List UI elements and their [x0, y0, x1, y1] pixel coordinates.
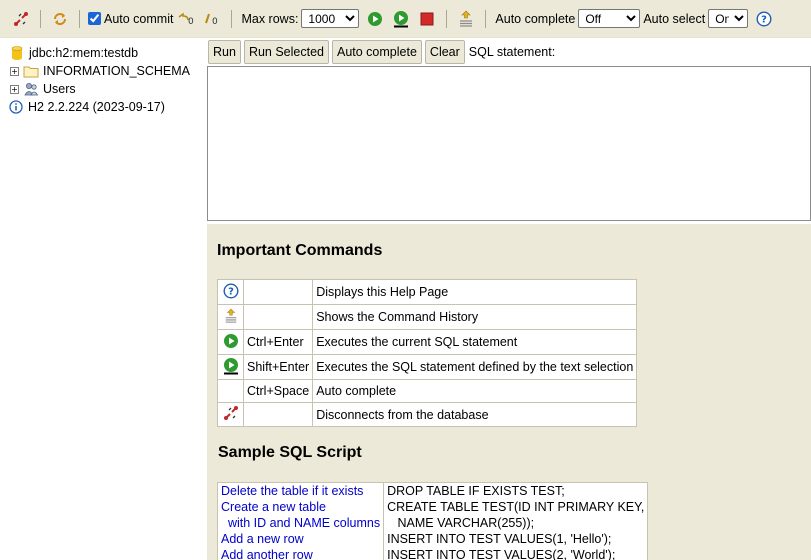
table-row: Disconnects from the database	[217, 402, 638, 427]
command-icon-cell: ?	[217, 279, 244, 305]
refresh-icon[interactable]	[50, 9, 70, 29]
toolbar-separator	[485, 9, 487, 28]
command-desc: Displays this Help Page	[312, 279, 638, 305]
run-icon	[223, 333, 238, 348]
tree-connection[interactable]: jdbc:h2:mem:testdb	[0, 44, 207, 62]
toolbar-separator	[231, 9, 233, 28]
sql-statement-label: SQL statement:	[468, 45, 556, 59]
toolbar-separator	[40, 9, 41, 28]
commit-icon[interactable]: 0	[202, 9, 222, 29]
sample-sql-cell: DROP TABLE IF EXISTS TEST; CREATE TABLE …	[384, 483, 648, 560]
auto-complete-select[interactable]: Off	[578, 9, 641, 28]
command-key: Ctrl+Enter	[242, 329, 314, 355]
sample-sql-line: NAME VARCHAR(255));	[387, 516, 535, 530]
table-row: Ctrl+Enter Executes the current SQL stat…	[217, 329, 638, 355]
database-icon	[9, 45, 25, 61]
sample-sql-line: INSERT INTO TEST VALUES(1, 'Hello');	[387, 532, 612, 546]
command-key: Shift+Enter	[242, 354, 314, 380]
disconnect-icon	[223, 406, 238, 420]
help-icon: ?	[222, 282, 239, 299]
auto-complete-button[interactable]: Auto complete	[332, 40, 422, 64]
command-desc: Shows the Command History	[312, 304, 638, 330]
folder-icon	[23, 63, 39, 79]
rollback-icon[interactable]: 0	[176, 9, 196, 29]
run-button[interactable]: Run	[208, 40, 241, 64]
command-icon-cell	[217, 379, 244, 403]
auto-complete-label: Auto complete	[495, 11, 576, 26]
command-desc: Executes the current SQL statement	[312, 329, 638, 355]
sample-sql-line: DROP TABLE IF EXISTS TEST;	[387, 484, 565, 498]
sample-link-drop[interactable]: Delete the table if it exists	[221, 483, 380, 499]
tree-version: H2 2.2.224 (2023-09-17)	[0, 98, 207, 116]
help-glyph: ?	[761, 14, 767, 25]
max-rows-select[interactable]: 1000	[301, 9, 360, 28]
expand-icon[interactable]: +	[10, 84, 19, 94]
svg-text:0: 0	[188, 17, 194, 27]
command-desc: Executes the SQL statement defined by th…	[312, 354, 638, 380]
sample-sql-table: Delete the table if it exists Create a n…	[217, 482, 649, 560]
help-glyph: ?	[228, 286, 234, 297]
connection-url: jdbc:h2:mem:testdb	[29, 46, 139, 60]
command-icon-cell	[217, 329, 244, 355]
tree-item-label: Users	[43, 82, 76, 96]
auto-commit-label: Auto commit	[104, 11, 174, 26]
toolbar-separator	[79, 9, 80, 28]
table-row: Shift+Enter Executes the SQL statement d…	[217, 354, 638, 380]
run-selected-button[interactable]: Run Selected	[243, 40, 329, 64]
query-buttons: Run Run Selected Auto complete Clear SQL…	[207, 38, 811, 66]
sample-links-cell: Delete the table if it exists Create a n…	[217, 482, 385, 560]
help-icon[interactable]: ?	[754, 9, 774, 29]
command-key	[242, 304, 314, 330]
sql-input[interactable]	[207, 66, 811, 221]
version-label: H2 2.2.224 (2023-09-17)	[28, 100, 165, 114]
auto-select-label: Auto select	[643, 11, 706, 26]
sample-sql-title: Sample SQL Script	[218, 444, 362, 461]
important-commands-title: Important Commands	[217, 242, 383, 259]
tree-item-information-schema[interactable]: + INFORMATION_SCHEMA	[0, 62, 207, 80]
stop-icon[interactable]	[417, 9, 437, 29]
run-icon[interactable]	[365, 9, 385, 29]
info-icon	[8, 99, 24, 115]
history-icon	[225, 308, 236, 323]
disconnect-icon[interactable]	[11, 9, 31, 29]
sample-link-columns[interactable]: with ID and NAME columns	[221, 515, 380, 531]
command-key	[242, 279, 314, 305]
sample-sql-line: INSERT INTO TEST VALUES(2, 'World');	[387, 548, 616, 560]
expand-icon[interactable]: +	[10, 66, 19, 76]
clear-button[interactable]: Clear	[424, 40, 465, 64]
tree-item-label: INFORMATION_SCHEMA	[43, 64, 190, 78]
history-icon[interactable]	[456, 9, 476, 29]
table-row: ? Displays this Help Page	[217, 279, 638, 305]
tree-item-users[interactable]: + Users	[0, 80, 207, 98]
toolbar-separator	[446, 9, 448, 28]
sample-link-insert-2[interactable]: Add another row	[221, 547, 380, 560]
command-desc: Auto complete	[312, 379, 638, 403]
sample-link-create[interactable]: Create a new table	[221, 499, 380, 515]
command-icon-cell	[217, 304, 244, 330]
table-row: Delete the table if it exists Create a n…	[217, 482, 648, 560]
command-key: Ctrl+Space	[242, 379, 314, 403]
auto-commit-checkbox[interactable]	[88, 12, 101, 25]
command-icon-cell	[217, 354, 244, 380]
svg-text:0: 0	[212, 17, 218, 27]
table-row: Shows the Command History	[217, 304, 638, 330]
run-selected-icon[interactable]	[391, 9, 411, 29]
commands-table: ? Displays this Help Page Shows the Comm…	[217, 279, 638, 427]
auto-commit-toggle[interactable]: Auto commit	[88, 12, 173, 26]
schema-tree: jdbc:h2:mem:testdb + INFORMATION_SCHEMA …	[0, 38, 207, 560]
command-key	[242, 402, 314, 427]
run-selected-icon	[223, 357, 238, 374]
query-panel: Run Run Selected Auto complete Clear SQL…	[207, 38, 811, 224]
sample-link-insert-1[interactable]: Add a new row	[221, 531, 380, 547]
command-desc: Disconnects from the database	[312, 402, 638, 427]
toolbar: Auto commit 0 0 Max rows: 1000 Auto comp…	[0, 0, 811, 38]
table-row: Ctrl+Space Auto complete	[217, 379, 638, 403]
result-panel: Important Commands ? Displays this Help …	[207, 224, 811, 560]
command-icon-cell	[217, 402, 244, 427]
sample-sql-line: CREATE TABLE TEST(ID INT PRIMARY KEY,	[387, 500, 645, 514]
auto-select-select[interactable]: On	[708, 9, 749, 28]
max-rows-label: Max rows:	[241, 11, 299, 26]
users-icon	[23, 81, 39, 97]
